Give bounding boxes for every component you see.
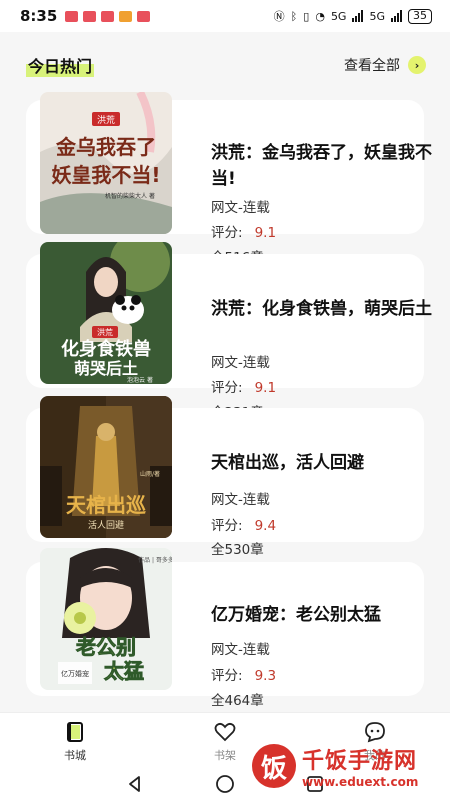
cover-title-line: 天棺出巡 (66, 493, 146, 517)
cover-title-line: 老公别 (76, 635, 136, 659)
notification-icon (83, 10, 97, 22)
book-cover-art: 洪荒 化身食铁兽 萌哭后土 泡泡云 著 (40, 242, 172, 384)
book-card[interactable]: 作品 | 哥多多 老公别 太猛 亿万婚宠 亿万婚宠：老公别太猛 网文-连载 评分… (26, 548, 424, 709)
book-cover-art: 洪荒 金乌我吞了 妖皇我不当! 机智的柴柴大人 著 (40, 92, 172, 234)
book-title[interactable]: 天棺出巡，活人回避 (211, 450, 439, 476)
book-category: 网文-连载 (211, 642, 270, 658)
book-category: 网文-连载 (211, 492, 270, 508)
score-value: 9.1 (254, 225, 277, 241)
watermark-name: 千饭手游网 (302, 749, 418, 774)
section-title: 今日热门 (26, 53, 95, 77)
status-bar: 8:35 Ⓝ ᛒ ▯ ◔ 5G 5G 35 (0, 0, 450, 32)
back-icon[interactable] (126, 775, 144, 793)
book-cover[interactable]: 洪荒 金乌我吞了 妖皇我不当! 机智的柴柴大人 著 (40, 92, 172, 234)
book-cover[interactable]: 洪荒 化身食铁兽 萌哭后土 泡泡云 著 (40, 242, 172, 384)
signal-icon (352, 10, 364, 22)
score-label: 评分: (211, 668, 243, 684)
cover-title-line: 妖皇我不当! (51, 163, 160, 187)
score-label: 评分: (211, 518, 243, 534)
watermark-url: www.eduext.com (302, 775, 419, 789)
network-label: 5G (369, 9, 385, 23)
book-title[interactable]: 洪荒：化身食铁兽，萌哭后土 (211, 296, 439, 322)
score-label: 评分: (211, 380, 243, 396)
book-score: 评分: 9.1 (211, 376, 276, 396)
cover-author: 亿万婚宠 (61, 669, 89, 678)
book-cover[interactable]: 山雨/著 天棺出巡 活人回避 (40, 396, 172, 538)
status-right: Ⓝ ᛒ ▯ ◔ 5G 5G 35 (274, 8, 432, 24)
score-value: 9.4 (254, 518, 277, 534)
nav-label: 书架 (214, 749, 236, 762)
book-card[interactable]: 洪荒 化身食铁兽 萌哭后土 泡泡云 著 洪荒：化身食铁兽，萌哭后土 网文-连载 … (26, 242, 432, 421)
book-score: 评分: 9.1 (211, 221, 276, 241)
book-score: 评分: 9.4 (211, 514, 276, 534)
status-time: 8:35 (20, 7, 58, 25)
cover-tag: 洪荒 (97, 114, 115, 126)
signal-icon (391, 10, 402, 22)
score-value: 9.1 (254, 380, 277, 396)
nav-item-bookstore[interactable]: 书城 (0, 713, 150, 768)
notification-icon (119, 10, 133, 22)
chevron-right-icon: › (408, 56, 426, 74)
watermark: 饭 千饭手游网 www.eduext.com (252, 736, 446, 796)
cover-tag: 作品 | 哥多多 (138, 556, 172, 564)
score-label: 评分: (211, 225, 243, 241)
view-all-label: 查看全部 (344, 58, 400, 74)
view-all-button[interactable]: 查看全部 › (344, 55, 426, 75)
heart-icon (214, 722, 236, 742)
cover-title-line: 萌哭后土 (74, 359, 138, 378)
watermark-text: 千饭手游网 www.eduext.com (302, 743, 418, 789)
notification-icon (101, 10, 115, 22)
book-category: 网文-连载 (211, 355, 270, 371)
book-cover-art: 山雨/著 天棺出巡 活人回避 (40, 396, 172, 538)
cover-author: 机智的柴柴大人 著 (105, 192, 155, 200)
section-header: 今日热门 查看全部 › (26, 52, 426, 78)
score-value: 9.3 (254, 668, 277, 684)
cover-tag: 山雨/著 (140, 470, 160, 478)
network-label: 5G (330, 9, 347, 23)
notification-icons (65, 10, 151, 22)
book-card[interactable]: 山雨/著 天棺出巡 活人回避 天棺出巡，活人回避 网文-连载 评分: 9.4 全5… (26, 396, 424, 558)
book-cover[interactable]: 作品 | 哥多多 老公别 太猛 亿万婚宠 (40, 548, 172, 690)
home-icon[interactable] (215, 774, 235, 794)
nav-label: 书城 (64, 749, 86, 762)
book-score: 评分: 9.3 (211, 664, 276, 684)
cover-title-line: 活人回避 (88, 519, 124, 531)
watermark-logo: 饭 (252, 744, 296, 788)
book-chapters: 全530章 (211, 542, 264, 558)
book-title[interactable]: 洪荒：金乌我吞了，妖皇我不当! (211, 140, 439, 192)
notification-icon (65, 10, 79, 22)
vibrate-icon: ▯ (303, 9, 310, 23)
cover-tag: 洪荒 (97, 327, 113, 337)
book-cover-art: 作品 | 哥多多 老公别 太猛 亿万婚宠 (40, 548, 172, 690)
book-category: 网文-连载 (211, 200, 270, 216)
notification-icon (137, 10, 151, 22)
cover-title-line: 化身食铁兽 (61, 338, 151, 360)
nfc-icon: Ⓝ (273, 10, 285, 23)
bluetooth-icon: ᛒ (290, 9, 298, 23)
cover-author: 泡泡云 著 (127, 376, 153, 384)
book-icon (67, 722, 83, 742)
cover-title-line: 太猛 (104, 659, 144, 683)
cover-title-line: 金乌我吞了 (55, 135, 156, 159)
book-card[interactable]: 洪荒 金乌我吞了 妖皇我不当! 机智的柴柴大人 著 洪荒：金乌我吞了，妖皇我不当… (26, 92, 432, 266)
wifi-icon: ◔ (315, 9, 325, 23)
book-title[interactable]: 亿万婚宠：老公别太猛 (211, 602, 439, 628)
book-chapters: 全464章 (211, 693, 264, 709)
battery-indicator: 35 (408, 8, 432, 24)
main-content: 今日热门 查看全部 › 洪荒 金乌我吞了 妖皇我不当! 机智的柴柴大人 著 洪荒… (0, 32, 450, 712)
